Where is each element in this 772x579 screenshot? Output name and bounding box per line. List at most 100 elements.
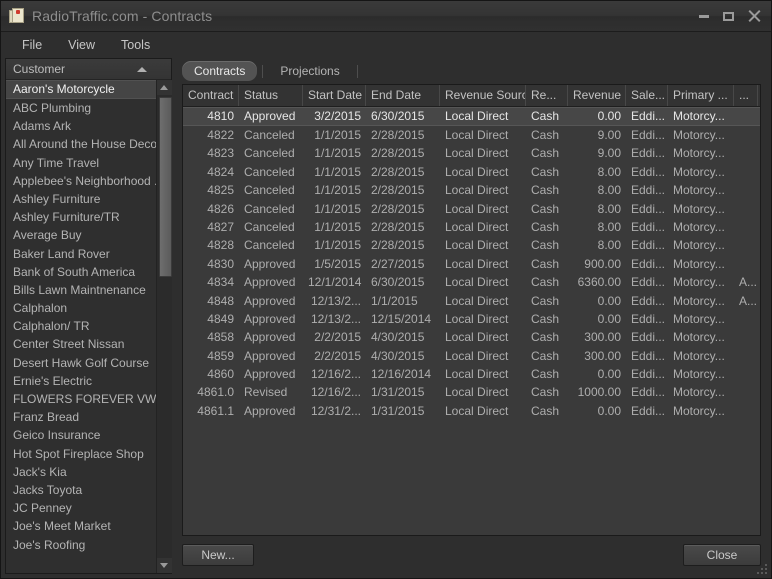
customer-list-item[interactable]: Calphalon/ TR [6, 317, 156, 335]
grid-column-header-primary[interactable]: Primary ... [668, 85, 734, 106]
cell-dots [734, 328, 758, 346]
customer-list-scrollbar[interactable] [156, 80, 172, 573]
table-row[interactable]: 4824 Canceled 1/1/2015 2/28/2015 Local Direc… [183, 163, 760, 181]
cell-revenue: 8.00 [597, 238, 621, 253]
close-icon [748, 10, 760, 22]
customer-list-item[interactable]: ABC Plumbing [6, 99, 156, 117]
scroll-up-button[interactable] [156, 80, 172, 95]
minimize-button[interactable] [692, 6, 715, 26]
new-button[interactable]: New... [182, 544, 254, 566]
table-row[interactable]: 4826 Canceled 1/1/2015 2/28/2015 Local Direc… [183, 200, 760, 218]
customer-list-item[interactable]: Ashley Furniture [6, 190, 156, 208]
cell-dots [734, 383, 758, 401]
grid-column-header-dots[interactable]: ... [734, 85, 758, 106]
tab-contracts[interactable]: Contracts [182, 61, 258, 81]
customer-list-item[interactable]: Desert Hawk Golf Course [6, 354, 156, 372]
customer-list-item[interactable]: Hot Spot Fireplace Shop [6, 445, 156, 463]
cell-status: Canceled [244, 219, 295, 234]
cell-dots [734, 181, 758, 199]
table-row[interactable]: 4861.0 Revised 12/16/2... 1/31/2015 Local Di… [183, 383, 760, 401]
scrollbar-thumb[interactable] [158, 97, 172, 277]
cell-end: 1/31/2015 [371, 385, 425, 400]
tab-divider [262, 64, 264, 78]
grid-column-header-end[interactable]: End Date [366, 85, 440, 106]
table-row[interactable]: 4848 Approved 12/13/2... 1/1/2015 Local Dire… [183, 292, 760, 310]
customer-list-item[interactable]: Ernie's Electric [6, 372, 156, 390]
scroll-down-button[interactable] [156, 558, 172, 573]
customer-list-item[interactable]: Applebee's Neighborhood ... [6, 172, 156, 190]
table-row[interactable]: 4849 Approved 12/13/2... 12/15/2014 Local Di… [183, 310, 760, 328]
cell-revsrc: Local Direct [445, 275, 509, 290]
table-row[interactable]: 4830 Approved 1/5/2015 2/27/2015 Local Direc… [183, 255, 760, 273]
table-row[interactable]: 4822 Canceled 1/1/2015 2/28/2015 Local Direc… [183, 126, 760, 144]
grid-column-header-revsrc[interactable]: Revenue Source [440, 85, 526, 106]
customer-list-item[interactable]: Average Buy [6, 226, 156, 244]
table-row[interactable]: 4825 Canceled 1/1/2015 2/28/2015 Local Direc… [183, 181, 760, 199]
cell-revsrc: Local Direct [445, 293, 509, 308]
table-row[interactable]: 4823 Canceled 1/1/2015 2/28/2015 Local Direc… [183, 144, 760, 162]
cell-sale: Eddi... [631, 367, 666, 382]
grid-header-row: Contract Status Start Date End Date Revenue … [183, 85, 760, 107]
table-row[interactable]: 4858 Approved 2/2/2015 4/30/2015 Local Direc… [183, 328, 760, 346]
customer-list-item[interactable]: Bills Lawn Maintnenance [6, 281, 156, 299]
grid-column-header-contract[interactable]: Contract [183, 85, 239, 106]
table-row[interactable]: 4860 Approved 12/16/2... 12/16/2014 Local Di… [183, 365, 760, 383]
table-row[interactable]: 4827 Canceled 1/1/2015 2/28/2015 Local Direc… [183, 218, 760, 236]
cell-contract: 4834 [207, 275, 234, 290]
customer-list-item[interactable]: Jack's Kia [6, 463, 156, 481]
cell-revenue: 8.00 [597, 164, 621, 179]
grid-column-header-re[interactable]: Re... [526, 85, 568, 106]
menu-item-view[interactable]: View [57, 35, 106, 55]
customer-list-item[interactable]: Any Time Travel [6, 154, 156, 172]
table-row[interactable]: 4859 Approved 2/2/2015 4/30/2015 Local Direc… [183, 347, 760, 365]
cell-contract: 4828 [207, 238, 234, 253]
scrollbar-track[interactable] [156, 95, 172, 558]
grid-column-header-revenue[interactable]: Revenue [568, 85, 626, 106]
menu-item-file[interactable]: File [11, 35, 53, 55]
customer-list-item[interactable]: Geico Insurance [6, 426, 156, 444]
customer-column-header[interactable]: Customer [6, 59, 171, 80]
customer-list-item[interactable]: JC Penney [6, 499, 156, 517]
sort-ascending-icon [137, 66, 147, 72]
customer-list-item[interactable]: Baker Land Rover [6, 245, 156, 263]
tab-projections[interactable]: Projections [268, 61, 351, 81]
customer-list-item[interactable]: Center Street Nissan [6, 335, 156, 353]
customer-list-item[interactable]: Ashley Furniture/TR [6, 208, 156, 226]
customer-list-item[interactable]: Bank of South America [6, 263, 156, 281]
grid-column-header-sale[interactable]: Sale... [626, 85, 668, 106]
customer-list-item[interactable]: Calphalon [6, 299, 156, 317]
customer-list[interactable]: Aaron's Motorcycle ABC Plumbing Adams Ark A… [6, 80, 156, 573]
table-row[interactable]: 4834 Approved 12/1/2014 6/30/2015 Local Dire… [183, 273, 760, 291]
resize-grip[interactable] [756, 563, 768, 575]
table-row[interactable]: 4861.1 Approved 12/31/2... 1/31/2015 Local D… [183, 402, 760, 420]
grid-column-header-start[interactable]: Start Date [303, 85, 366, 106]
cell-primary: Motorcy... [673, 385, 725, 400]
window-title: RadioTraffic.com - Contracts [32, 8, 213, 24]
grid-body[interactable]: 4810 Approved 3/2/2015 6/30/2015 Local Direc… [183, 107, 760, 535]
customer-list-item[interactable]: Franz Bread [6, 408, 156, 426]
customer-list-item[interactable]: Aaron's Motorcycle [6, 80, 156, 99]
customer-list-item[interactable]: FLOWERS FOREVER VW [6, 390, 156, 408]
customer-list-item[interactable]: Joe's Meet Market [6, 517, 156, 535]
customer-list-item[interactable]: Adams Ark [6, 117, 156, 135]
content-area: Customer Aaron's Motorcycle ABC Plumbing A… [1, 58, 771, 578]
title-bar: RadioTraffic.com - Contracts [1, 1, 771, 32]
customer-list-item[interactable]: Jacks Toyota [6, 481, 156, 499]
cell-start: 12/16/2... [310, 367, 361, 382]
maximize-button[interactable] [717, 6, 740, 26]
grid-column-header-pr[interactable]: Pr... [758, 85, 760, 106]
grid-column-header-status[interactable]: Status [239, 85, 303, 106]
cell-dots [734, 126, 758, 144]
table-row[interactable]: 4810 Approved 3/2/2015 6/30/2015 Local Direc… [183, 107, 760, 126]
cell-start: 12/1/2014 [308, 275, 362, 290]
customer-list-item[interactable]: Joe's Roofing [6, 536, 156, 554]
cell-sale: Eddi... [631, 293, 666, 308]
tab-strip: Contracts Projections [176, 58, 767, 84]
cell-dots [734, 218, 758, 236]
menu-item-tools[interactable]: Tools [110, 35, 161, 55]
customer-list-item[interactable]: All Around the House Decor [6, 135, 156, 153]
table-row[interactable]: 4828 Canceled 1/1/2015 2/28/2015 Local Direc… [183, 236, 760, 254]
close-button[interactable]: Close [683, 544, 761, 566]
cell-end: 2/28/2015 [371, 238, 425, 253]
close-window-button[interactable] [742, 6, 765, 26]
